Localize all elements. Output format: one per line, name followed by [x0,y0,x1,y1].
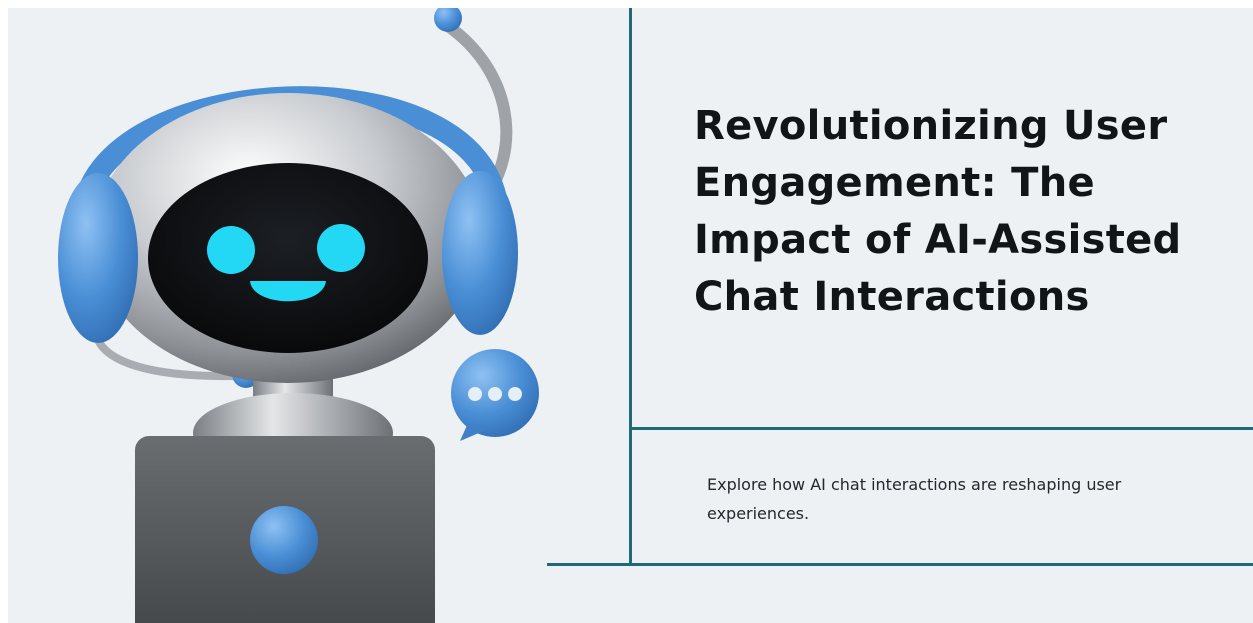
left-ear-cup [58,173,138,343]
vertical-divider-line [629,8,632,565]
slide-title: Revolutionizing User Engagement: The Imp… [694,103,1182,320]
robot-right-eye [317,224,365,272]
robot-illustration [58,8,539,623]
right-ear-cup [442,171,518,335]
horizontal-divider-line [629,427,1253,430]
chat-bubble-ellipsis-icon [451,349,539,441]
slide-subtitle: Explore how AI chat interactions are res… [707,475,1122,523]
slide-canvas: Revolutionizing User Engagement: The Imp… [8,8,1253,623]
laptop-logo [250,506,318,574]
robot-left-eye [207,226,255,274]
robot-face-screen [148,163,428,353]
bottom-divider-line [547,563,1253,566]
